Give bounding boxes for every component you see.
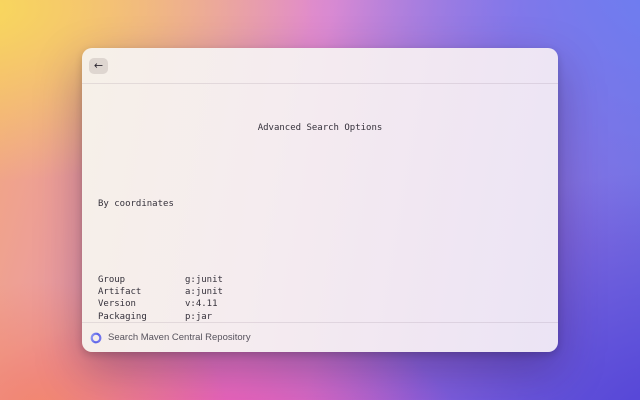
row-value: a:junit: [185, 286, 223, 297]
table-row: Group g:junit: [98, 274, 542, 286]
window-titlebar: ←: [82, 48, 558, 84]
help-content: Advanced Search Options By coordinates G…: [82, 84, 558, 322]
search-bar[interactable]: [82, 322, 558, 352]
table-row: Version v:4.11: [98, 298, 542, 310]
row-label: Group: [98, 274, 126, 285]
row-label: Version: [98, 299, 136, 310]
table-row: Packaging p:jar: [98, 311, 542, 322]
table-row: Artifact a:junit: [98, 286, 542, 298]
page-title: Advanced Search Options: [257, 123, 383, 134]
back-button[interactable]: ←: [89, 57, 108, 74]
row-value: v:4.11: [185, 299, 218, 310]
section-heading-coordinates: By coordinates: [98, 198, 174, 209]
row-value: p:jar: [185, 311, 213, 322]
spinner-ring-icon: [90, 332, 102, 343]
row-label: Packaging: [98, 311, 147, 322]
row-value: g:junit: [185, 274, 223, 285]
search-input[interactable]: [108, 332, 548, 343]
row-label: Artifact: [98, 286, 142, 297]
desktop-background: ← Advanced Search Options By coordinates…: [0, 0, 640, 400]
back-arrow-icon: ←: [93, 59, 104, 72]
coordinates-table: Group g:junit Artifact a:junit Version v:4.11…: [98, 274, 542, 322]
search-app-window: ← Advanced Search Options By coordinates…: [82, 48, 558, 352]
